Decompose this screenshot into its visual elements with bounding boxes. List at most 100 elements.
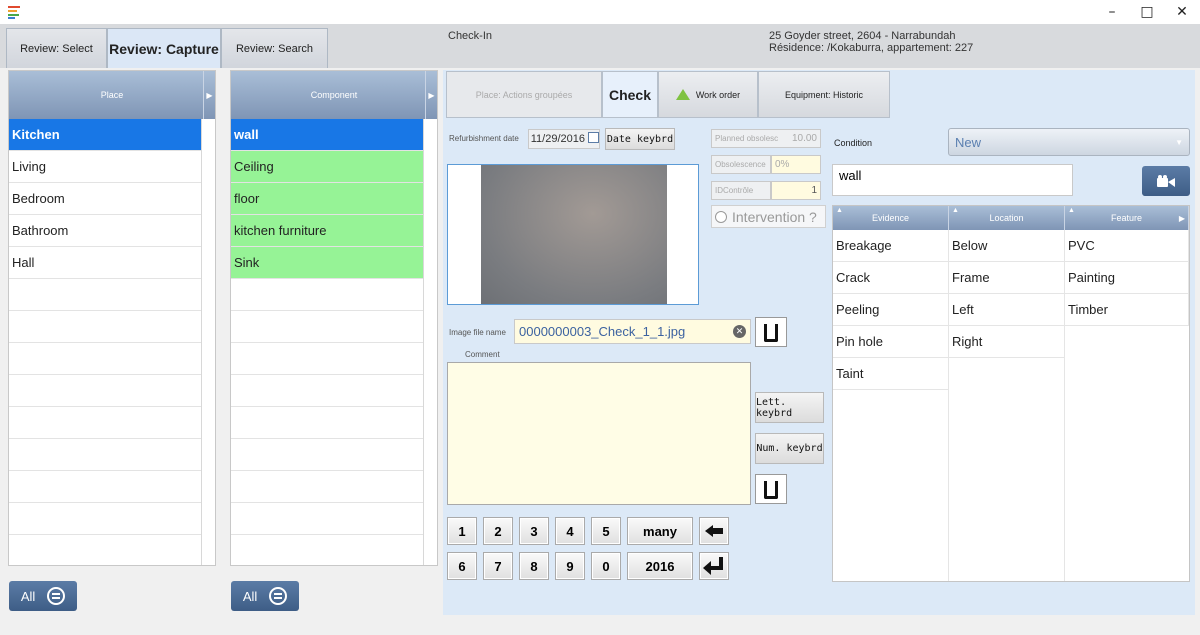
tab-check[interactable]: Check bbox=[602, 71, 658, 118]
place-list: Place ▶ Kitchen Living Bedroom Bathroom … bbox=[8, 70, 216, 566]
image-file-label: Image file name bbox=[449, 328, 506, 337]
tab-review-search[interactable]: Review: Search bbox=[221, 28, 328, 68]
feature-cell[interactable]: Timber bbox=[1065, 294, 1189, 326]
tab-review-select[interactable]: Review: Select bbox=[6, 28, 107, 68]
place-all-label: All bbox=[20, 588, 36, 604]
tab-place-actions[interactable]: Place: Actions groupées bbox=[446, 71, 602, 118]
key-4[interactable]: 4 bbox=[555, 517, 585, 545]
list-item bbox=[9, 311, 201, 343]
component-name-field[interactable]: wall bbox=[832, 164, 1073, 196]
feature-cell[interactable]: Painting bbox=[1065, 262, 1189, 294]
list-item[interactable]: wall bbox=[231, 119, 423, 151]
evidence-cell[interactable]: Peeling bbox=[833, 294, 949, 326]
intervention-label: Intervention ? bbox=[732, 208, 817, 225]
list-item bbox=[9, 407, 201, 439]
camera-button[interactable] bbox=[1142, 166, 1190, 196]
list-item bbox=[231, 279, 423, 311]
idcontrole-field[interactable]: 1 bbox=[771, 181, 821, 200]
date-keyboard-button[interactable]: Date keybrd bbox=[605, 128, 675, 150]
list-item[interactable]: Hall bbox=[9, 247, 201, 279]
location-cell[interactable]: Right bbox=[949, 326, 1065, 358]
trash-icon bbox=[764, 324, 778, 342]
key-5[interactable]: 5 bbox=[591, 517, 621, 545]
clear-icon[interactable]: ✕ bbox=[733, 325, 746, 338]
place-column-header[interactable]: Place ▶ bbox=[9, 71, 215, 119]
tab-review-capture[interactable]: Review: Capture bbox=[107, 28, 221, 68]
list-item bbox=[231, 375, 423, 407]
list-item bbox=[231, 311, 423, 343]
evidence-cell[interactable]: Pin hole bbox=[833, 326, 949, 358]
tab-work-order[interactable]: Work order bbox=[658, 71, 758, 118]
image-file-value: 0000000003_Check_1_1.jpg bbox=[519, 324, 686, 339]
component-scrollbar[interactable] bbox=[423, 119, 437, 565]
key-2[interactable]: 2 bbox=[483, 517, 513, 545]
feature-cell[interactable]: PVC bbox=[1065, 230, 1189, 262]
column-divider bbox=[948, 230, 949, 581]
list-item[interactable]: Kitchen bbox=[9, 119, 201, 151]
key-many[interactable]: many bbox=[627, 517, 693, 545]
comment-textarea[interactable] bbox=[447, 362, 751, 505]
backspace-key[interactable] bbox=[699, 517, 729, 545]
key-3[interactable]: 3 bbox=[519, 517, 549, 545]
address-line-2: Résidence: /Kokaburra, appartement: 227 bbox=[769, 42, 974, 54]
key-6[interactable]: 6 bbox=[447, 552, 477, 580]
key-9[interactable]: 9 bbox=[555, 552, 585, 580]
chevron-right-icon[interactable]: ▶ bbox=[1179, 214, 1185, 223]
location-column-header[interactable]: ▲ Location bbox=[949, 206, 1065, 230]
obsolescence-field[interactable]: 0% bbox=[771, 155, 821, 174]
tab-equipment-historic[interactable]: Equipment: Historic bbox=[758, 71, 890, 118]
feature-column-header[interactable]: ▲ Feature ▶ bbox=[1065, 206, 1189, 230]
clear-comment-button[interactable] bbox=[755, 474, 787, 504]
column-divider bbox=[1064, 230, 1065, 581]
place-scrollbar[interactable] bbox=[201, 119, 215, 565]
number-keyboard-button[interactable]: Num. keybrd bbox=[755, 433, 824, 464]
equals-circle-icon bbox=[269, 587, 288, 605]
list-item bbox=[9, 439, 201, 471]
chevron-right-icon[interactable]: ▶ bbox=[203, 71, 215, 119]
condition-value: New bbox=[955, 134, 982, 150]
photo-preview[interactable] bbox=[447, 164, 699, 305]
intervention-checkbox-row[interactable]: Intervention ? bbox=[711, 205, 826, 228]
minimize-button[interactable]: – bbox=[1092, 0, 1132, 24]
evidence-cell[interactable]: Taint bbox=[833, 358, 949, 390]
image-file-field[interactable]: 0000000003_Check_1_1.jpg ✕ bbox=[514, 319, 751, 344]
location-cell[interactable]: Below bbox=[949, 230, 1065, 262]
key-1[interactable]: 1 bbox=[447, 517, 477, 545]
key-0[interactable]: 0 bbox=[591, 552, 621, 580]
condition-select[interactable]: New ▼ bbox=[948, 128, 1190, 156]
refurbishment-date-value: 11/29/2016 bbox=[530, 133, 585, 145]
list-item[interactable]: Ceiling bbox=[231, 151, 423, 183]
calendar-icon[interactable] bbox=[588, 132, 599, 143]
idcontrole-label: IDContrôle bbox=[715, 186, 754, 195]
letter-keyboard-button[interactable]: Lett. keybrd bbox=[755, 392, 824, 423]
place-all-button[interactable]: All bbox=[9, 581, 77, 611]
idcontrole-value: 1 bbox=[811, 185, 817, 196]
key-7[interactable]: 7 bbox=[483, 552, 513, 580]
enter-key[interactable] bbox=[699, 552, 729, 580]
component-name-value: wall bbox=[839, 168, 862, 183]
location-cell[interactable]: Left bbox=[949, 294, 1065, 326]
component-all-button[interactable]: All bbox=[231, 581, 299, 611]
evidence-cell[interactable]: Crack bbox=[833, 262, 949, 294]
feature-header-label: Feature bbox=[1110, 213, 1143, 223]
chevron-right-icon[interactable]: ▶ bbox=[425, 71, 437, 119]
list-item bbox=[231, 503, 423, 535]
list-item[interactable]: floor bbox=[231, 183, 423, 215]
list-item[interactable]: Bedroom bbox=[9, 183, 201, 215]
evidence-cell[interactable]: Breakage bbox=[833, 230, 949, 262]
list-item[interactable]: Bathroom bbox=[9, 215, 201, 247]
delete-image-button[interactable] bbox=[755, 317, 787, 347]
close-button[interactable]: ✕ bbox=[1162, 0, 1200, 24]
maximize-button[interactable]: □ bbox=[1127, 0, 1167, 24]
evidence-column-header[interactable]: ▲ Evidence bbox=[833, 206, 949, 230]
component-column-header[interactable]: Component ▶ bbox=[231, 71, 437, 119]
key-8[interactable]: 8 bbox=[519, 552, 549, 580]
list-item[interactable]: Sink bbox=[231, 247, 423, 279]
list-item bbox=[231, 439, 423, 471]
location-cell[interactable]: Frame bbox=[949, 262, 1065, 294]
intervention-checkbox[interactable] bbox=[715, 210, 727, 223]
key-2016[interactable]: 2016 bbox=[627, 552, 693, 580]
sort-icon: ▲ bbox=[1068, 207, 1075, 214]
list-item[interactable]: kitchen furniture bbox=[231, 215, 423, 247]
list-item[interactable]: Living bbox=[9, 151, 201, 183]
